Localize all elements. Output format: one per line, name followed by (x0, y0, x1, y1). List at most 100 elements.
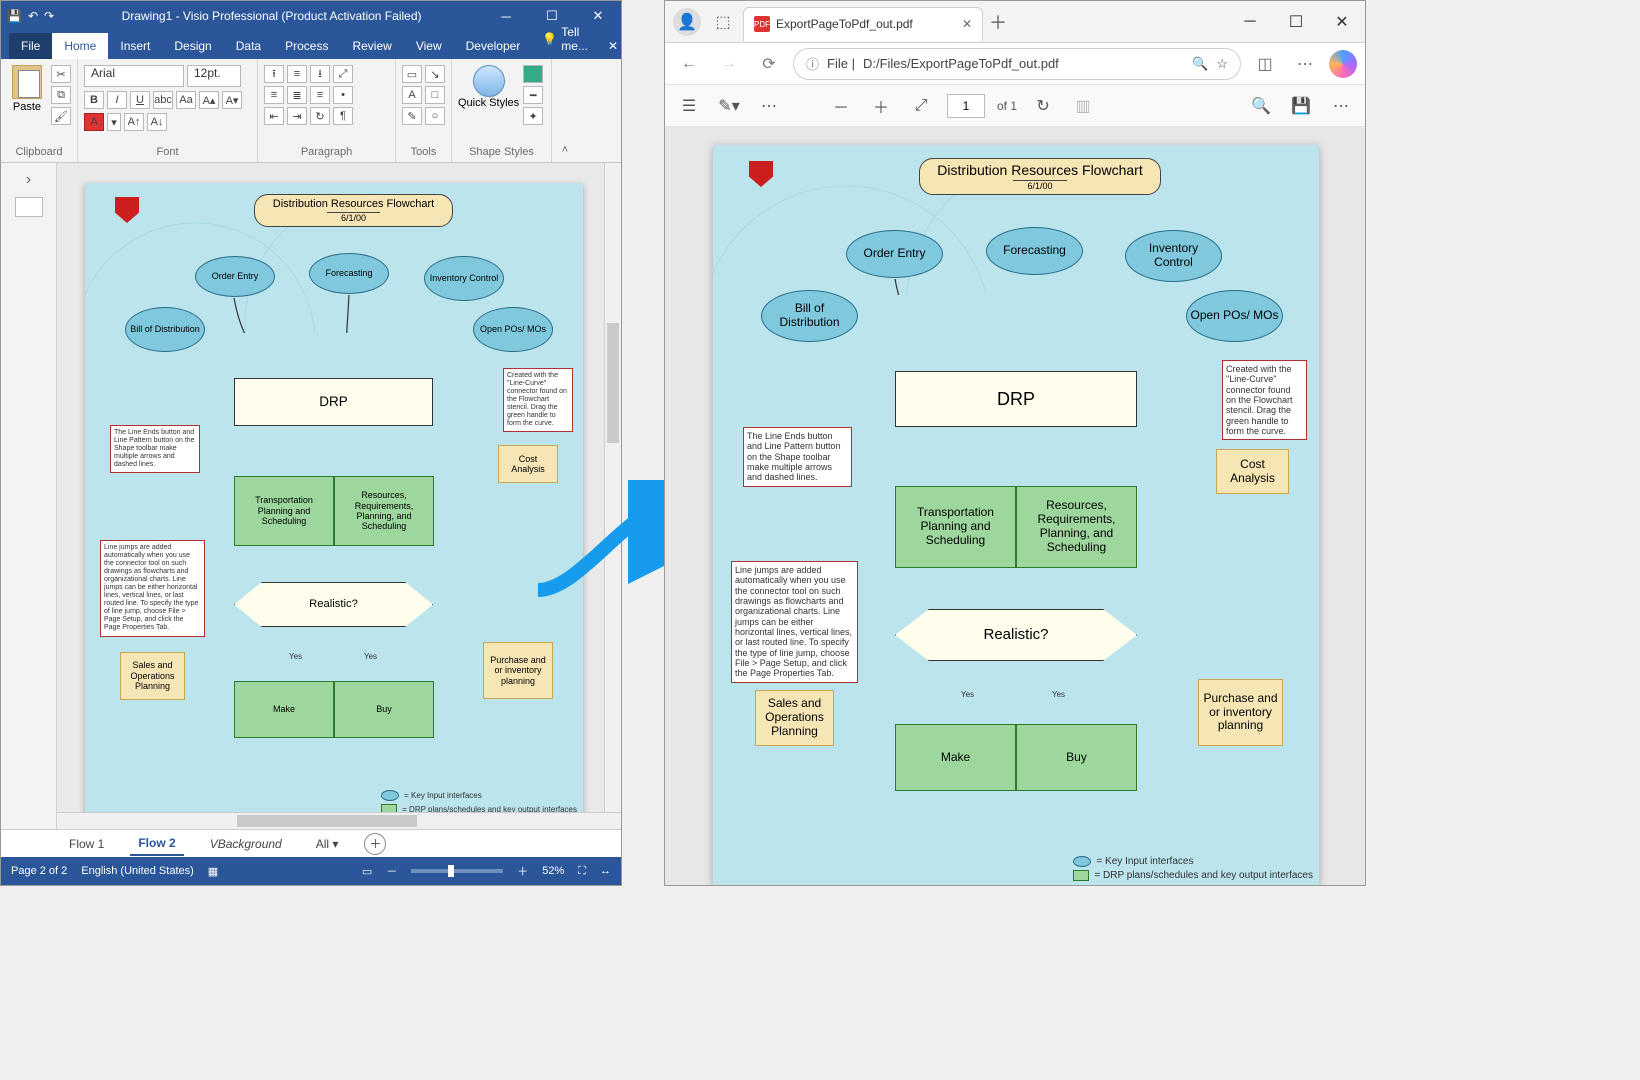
browser-tab[interactable]: PDF ExportPageToPdf_out.pdf ✕ (743, 7, 983, 41)
zoom-out-button[interactable]: － (827, 92, 855, 120)
profile-icon[interactable]: 👤 (673, 8, 701, 36)
minimize-button[interactable]: ─ (1227, 1, 1273, 43)
scroll-thumb[interactable] (607, 323, 619, 443)
undo-icon[interactable]: ↶ (28, 9, 38, 23)
zoom-in-button[interactable]: ＋ (867, 92, 895, 120)
fontsize-selector[interactable]: 12pt. (187, 65, 241, 87)
workspaces-icon[interactable]: ⬚ (709, 8, 737, 36)
underline-button[interactable]: U (130, 91, 150, 109)
zoom-value[interactable]: 52% (542, 865, 564, 877)
indent-dec-button[interactable]: ⇤ (264, 107, 284, 125)
tab-developer[interactable]: Developer (454, 33, 533, 59)
tab-design[interactable]: Design (162, 33, 223, 59)
align-center-button[interactable]: ≣ (287, 86, 307, 104)
tab-view[interactable]: View (404, 33, 454, 59)
splitscreen-icon[interactable]: ◫ (1249, 48, 1281, 80)
macro-icon[interactable]: ▦ (208, 865, 218, 878)
rect-tool[interactable]: □ (425, 86, 445, 104)
align-mid-button[interactable]: ≡ (287, 65, 307, 83)
pagetab-flow2[interactable]: Flow 2 (130, 832, 183, 856)
tab-insert[interactable]: Insert (108, 33, 162, 59)
ribbon-collapse-button[interactable]: ˄ (552, 59, 578, 162)
tab-process[interactable]: Process (273, 33, 340, 59)
zoom-slider[interactable] (411, 869, 503, 873)
quickstyles-button[interactable]: Quick Styles (458, 61, 519, 109)
fit-page-icon[interactable]: ⛶ (578, 865, 586, 878)
save-icon[interactable]: 💾 (7, 9, 22, 23)
scrollbar-horizontal[interactable] (57, 812, 621, 829)
redo-icon[interactable]: ↷ (44, 9, 54, 23)
pdf-viewer[interactable]: Distribution Resources Flowchart6/1/00Or… (665, 127, 1365, 885)
presentation-icon[interactable]: ▭ (362, 865, 372, 878)
bold-button[interactable]: B (84, 91, 104, 109)
caseformat-button[interactable]: Aa (176, 91, 196, 109)
refresh-button[interactable]: ⟳ (753, 48, 785, 80)
pdf-more-button[interactable]: ⋯ (1327, 92, 1355, 120)
find-icon[interactable]: 🔍 (1247, 92, 1275, 120)
zoom-out-button[interactable]: － (386, 863, 397, 879)
page-input[interactable] (947, 94, 985, 118)
tab-file[interactable]: File (9, 33, 52, 59)
save-icon[interactable]: 💾 (1287, 92, 1315, 120)
fit-width-icon[interactable]: ↔ (600, 865, 611, 877)
draw-icon[interactable]: ✎▾ (715, 92, 743, 120)
copy-button[interactable]: ⧉ (51, 86, 71, 104)
status-lang[interactable]: English (United States) (81, 865, 194, 877)
shrinkfont-button[interactable]: A▾ (222, 91, 242, 109)
cut-button[interactable]: ✂ (51, 65, 71, 83)
ellipse-tool[interactable]: ○ (425, 107, 445, 125)
tell-me[interactable]: 💡Tell me... (532, 19, 598, 59)
fill-button[interactable] (523, 65, 543, 83)
growfont2-button[interactable]: A↑ (124, 113, 144, 131)
fontcolor-button[interactable]: A (84, 113, 104, 131)
paste-button[interactable]: Paste (7, 61, 47, 113)
favorite-icon[interactable]: ☆ (1216, 56, 1228, 72)
tab-close-button[interactable]: ✕ (962, 17, 972, 31)
add-page-button[interactable]: ＋ (364, 833, 386, 855)
align-left-button[interactable]: ≡ (264, 86, 284, 104)
italic-button[interactable]: I (107, 91, 127, 109)
orientation-button[interactable]: ⤢ (333, 65, 353, 83)
menu-button[interactable]: ⋯ (1289, 48, 1321, 80)
text-tool[interactable]: A (402, 86, 422, 104)
formatpainter-button[interactable]: 🖌 (51, 107, 71, 125)
effects-button[interactable]: ✦ (523, 107, 543, 125)
minimize-button[interactable]: ─ (483, 1, 529, 31)
tab-review[interactable]: Review (340, 33, 403, 59)
shapes-pane[interactable]: › (1, 163, 57, 829)
font-selector[interactable]: Arial (84, 65, 184, 87)
copilot-icon[interactable] (1329, 50, 1357, 78)
fit-icon[interactable]: ⤢ (907, 92, 935, 120)
connector-tool[interactable]: ↘ (425, 65, 445, 83)
line-button[interactable]: ━ (523, 86, 543, 104)
rotate-button[interactable]: ↻ (310, 107, 330, 125)
fontcolor-dropdown[interactable]: ▾ (107, 113, 121, 131)
close-button[interactable]: ✕ (1319, 1, 1365, 43)
freeform-tool[interactable]: ✎ (402, 107, 422, 125)
bullets-button[interactable]: • (333, 86, 353, 104)
tab-data[interactable]: Data (224, 33, 273, 59)
pagetab-all[interactable]: All ▾ (308, 833, 347, 855)
zoom-reset-icon[interactable]: 🔍 (1192, 56, 1208, 72)
pagetab-flow1[interactable]: Flow 1 (61, 833, 112, 855)
address-field[interactable]: ⓘ File | D:/Files/ExportPageToPdf_out.pd… (793, 48, 1241, 80)
pointer-tool[interactable]: ▭ (402, 65, 422, 83)
ribbon-close-button[interactable]: ✕ (598, 33, 628, 59)
stencil-icon[interactable] (15, 197, 43, 217)
align-bot-button[interactable]: ⭳ (310, 65, 330, 83)
contents-icon[interactable]: ☰ (675, 92, 703, 120)
pagetab-vbackground[interactable]: VBackground (202, 833, 290, 855)
rotate-icon[interactable]: ↻ (1029, 92, 1057, 120)
scroll-thumb[interactable] (237, 815, 417, 827)
shrinkfont2-button[interactable]: A↓ (147, 113, 167, 131)
zoom-in-button[interactable]: ＋ (517, 863, 528, 879)
site-info-icon[interactable]: ⓘ (806, 54, 819, 73)
growfont-button[interactable]: A▴ (199, 91, 219, 109)
align-top-button[interactable]: ⭱ (264, 65, 284, 83)
para-more-button[interactable]: ¶ (333, 107, 353, 125)
strike-button[interactable]: abc (153, 91, 173, 109)
more-tools-button[interactable]: ⋯ (755, 92, 783, 120)
align-right-button[interactable]: ≡ (310, 86, 330, 104)
new-tab-button[interactable]: ＋ (983, 7, 1013, 37)
tab-home[interactable]: Home (52, 33, 108, 59)
